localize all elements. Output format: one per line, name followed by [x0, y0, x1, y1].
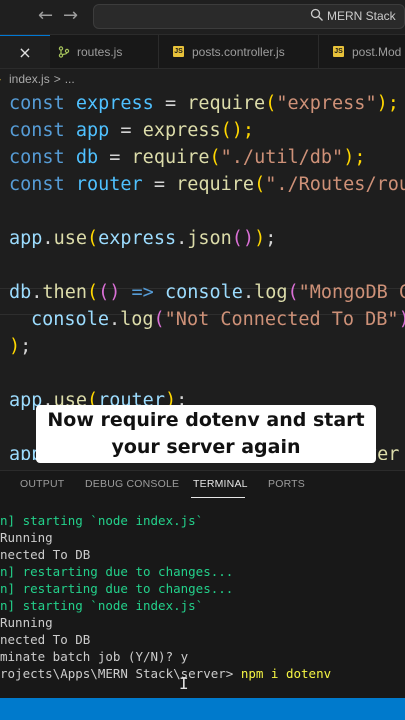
- code-line: console.log("Not Connected To DB"): [31, 309, 405, 330]
- bottom-panel: OUTPUT DEBUG CONSOLE TERMINAL PORTS n] s…: [0, 470, 405, 699]
- tab-label: posts.controller.js: [192, 44, 285, 59]
- tab-label: post.Mod: [352, 44, 402, 59]
- code-line: db.then(() => console.log("MongoDB Co: [9, 282, 405, 303]
- code-line: const express = require("express");: [9, 93, 399, 114]
- tab-terminal[interactable]: TERMINAL: [193, 478, 248, 490]
- terminal-line: Running: [0, 615, 53, 630]
- forward-arrow-icon[interactable]: →: [63, 5, 78, 26]
- active-tab-indicator: [191, 497, 245, 498]
- breadcrumb-file[interactable]: index.js: [9, 72, 50, 86]
- terminal-line: nected To DB: [0, 547, 91, 562]
- editor-tab-bar: × routes.js JS posts.controller.js JS po…: [0, 35, 405, 69]
- code-line: app.use(express.json());: [9, 228, 277, 249]
- command-center-search[interactable]: MERN Stack: [93, 4, 405, 29]
- search-label: MERN Stack: [327, 9, 396, 23]
- search-icon: [310, 8, 323, 21]
- terminal-prompt-path: rojects\Apps\MERN Stack\server>: [0, 666, 234, 681]
- terminal-line: n] starting `node index.js`: [0, 598, 204, 613]
- caption-line: your server again: [111, 436, 301, 458]
- terminal-line: minate batch job (Y/N)? y: [0, 649, 189, 664]
- tab-label: routes.js: [77, 44, 123, 59]
- tutorial-caption: Now require dotenv and start your server…: [36, 405, 376, 463]
- tab-debug-console[interactable]: DEBUG CONSOLE: [85, 478, 179, 490]
- breadcrumb-more[interactable]: ...: [65, 72, 75, 86]
- tab-close-button[interactable]: ×: [0, 35, 50, 68]
- js-file-icon: JS: [173, 46, 184, 57]
- tab-posts-controller-js[interactable]: JS posts.controller.js: [173, 35, 285, 68]
- terminal-line: n] restarting due to changes...: [0, 581, 234, 596]
- terminal-prompt-line: rojects\Apps\MERN Stack\server> npm i do…: [0, 665, 331, 682]
- terminal-line: n] starting `node index.js`: [0, 513, 204, 528]
- code-line: const app = express();: [9, 120, 255, 141]
- breadcrumb-separator: >: [53, 72, 61, 86]
- js-file-icon: JS: [333, 46, 344, 57]
- breadcrumb: › index.js > ...: [0, 69, 405, 89]
- code-line: );: [9, 336, 32, 357]
- tab-divider: [158, 35, 159, 68]
- terminal-line: nected To DB: [0, 632, 91, 647]
- tab-routes-js[interactable]: routes.js: [58, 35, 122, 68]
- caption-line: Now require dotenv and start: [47, 409, 365, 431]
- terminal-line: n] restarting due to changes...: [0, 564, 234, 579]
- tab-post-model-js[interactable]: JS post.Mod: [333, 35, 401, 68]
- code-line: const db = require("./util/db");: [9, 147, 366, 168]
- tab-output[interactable]: OUTPUT: [20, 478, 64, 490]
- title-bar: ← → MERN Stack: [0, 0, 405, 35]
- tab-ports[interactable]: PORTS: [268, 478, 305, 490]
- text-cursor-icon: I: [179, 674, 189, 693]
- terminal-command: npm i dotenv: [240, 666, 332, 681]
- status-bar: [0, 698, 405, 720]
- git-branch-icon: [58, 45, 70, 58]
- code-line: const router = require("./Routes/rout: [9, 174, 405, 195]
- tab-divider: [318, 35, 319, 68]
- terminal-line: Running: [0, 530, 53, 545]
- js-file-icon: ›: [0, 74, 1, 84]
- back-arrow-icon[interactable]: ←: [38, 5, 53, 26]
